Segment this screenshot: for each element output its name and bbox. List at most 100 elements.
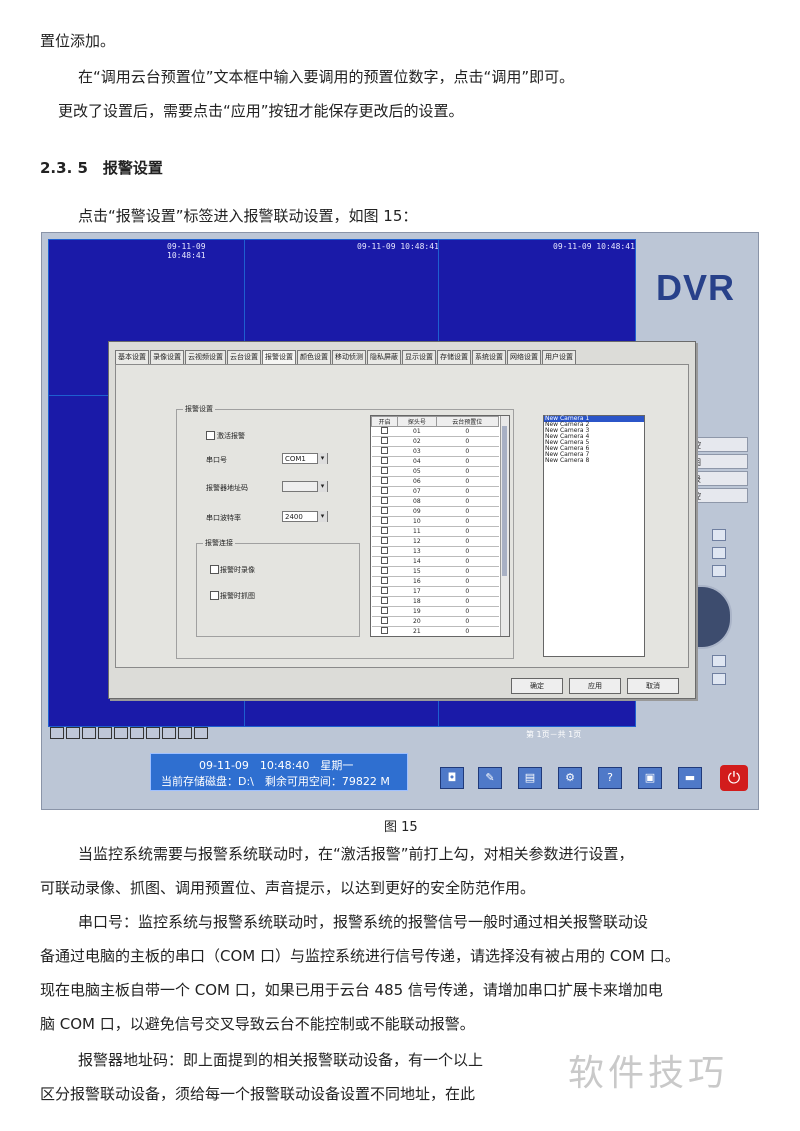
- enable-checkbox[interactable]: [381, 427, 389, 434]
- table-row[interactable]: 20 0: [371, 616, 499, 627]
- toggle-square[interactable]: [712, 565, 726, 577]
- camera-list-item[interactable]: New Camera 8: [544, 458, 644, 464]
- enable-checkbox[interactable]: [381, 477, 389, 484]
- preset-value[interactable]: 0: [436, 637, 499, 638]
- preset-value[interactable]: 0: [436, 576, 499, 587]
- tab-user[interactable]: 用户设置: [542, 350, 576, 364]
- tab-system[interactable]: 系统设置: [472, 350, 506, 364]
- channel-button[interactable]: [114, 727, 128, 739]
- preset-value[interactable]: 0: [436, 456, 499, 467]
- enable-checkbox[interactable]: [381, 437, 389, 444]
- tab-color[interactable]: 颜色设置: [297, 350, 331, 364]
- preset-value[interactable]: 0: [436, 436, 499, 447]
- ptz-control-wheel[interactable]: [690, 585, 732, 649]
- cancel-button[interactable]: 取消: [627, 678, 679, 694]
- enable-checkbox[interactable]: [381, 507, 389, 514]
- tab-cloud-video[interactable]: 云视频设置: [185, 350, 226, 364]
- enable-checkbox[interactable]: [381, 537, 389, 544]
- preset-value[interactable]: 0: [436, 446, 499, 457]
- channel-button[interactable]: [98, 727, 112, 739]
- enable-checkbox[interactable]: [381, 487, 389, 494]
- baud-select[interactable]: 2400: [282, 511, 328, 522]
- toggle-square[interactable]: [712, 547, 726, 559]
- preset-value[interactable]: 0: [436, 536, 499, 547]
- enable-cell[interactable]: [371, 456, 398, 467]
- enable-checkbox[interactable]: [381, 547, 389, 554]
- enable-checkbox[interactable]: [381, 557, 389, 564]
- preset-value[interactable]: 0: [436, 526, 499, 537]
- toggle-square[interactable]: [712, 673, 726, 685]
- playback-icon[interactable]: ▤: [518, 767, 542, 789]
- table-row[interactable]: 03 0: [371, 446, 499, 457]
- toggle-square[interactable]: [712, 655, 726, 667]
- enable-cell[interactable]: [371, 516, 398, 527]
- preset-value[interactable]: 0: [436, 466, 499, 477]
- settings-icon[interactable]: ⚙: [558, 767, 582, 789]
- preset-value[interactable]: 0: [436, 496, 499, 507]
- table-row[interactable]: 15 0: [371, 566, 499, 577]
- table-row[interactable]: 01 0: [371, 426, 499, 437]
- record-on-alarm-checkbox[interactable]: [210, 565, 219, 574]
- help-icon[interactable]: ?: [598, 767, 622, 789]
- tab-ptz[interactable]: 云台设置: [227, 350, 261, 364]
- tab-display[interactable]: 显示设置: [402, 350, 436, 364]
- table-row[interactable]: 05 0: [371, 466, 499, 477]
- table-row[interactable]: 06 0: [371, 476, 499, 487]
- ok-button[interactable]: 确定: [511, 678, 563, 694]
- table-row[interactable]: 11 0: [371, 526, 499, 537]
- enable-checkbox[interactable]: [381, 467, 389, 474]
- channel-button[interactable]: [194, 727, 208, 739]
- side-button[interactable]: 控: [690, 488, 748, 503]
- address-stepper[interactable]: [282, 481, 328, 492]
- enable-checkbox[interactable]: [381, 627, 389, 634]
- enable-cell[interactable]: [371, 466, 398, 477]
- table-row[interactable]: 18 0: [371, 596, 499, 607]
- preset-value[interactable]: 0: [436, 546, 499, 557]
- enable-cell[interactable]: [371, 426, 398, 437]
- tab-network[interactable]: 网络设置: [507, 350, 541, 364]
- channel-button[interactable]: [178, 727, 192, 739]
- enable-checkbox[interactable]: [381, 617, 389, 624]
- table-row[interactable]: 19 0: [371, 606, 499, 617]
- channel-button[interactable]: [82, 727, 96, 739]
- enable-cell[interactable]: [371, 486, 398, 497]
- camera-list[interactable]: New Camera 1 New Camera 2 New Camera 3 New …: [543, 415, 645, 657]
- table-row[interactable]: 17 0: [371, 586, 499, 597]
- table-row[interactable]: 220: [372, 637, 499, 638]
- enable-checkbox[interactable]: [381, 527, 389, 534]
- table-row[interactable]: 08 0: [371, 496, 499, 507]
- enable-cell[interactable]: [371, 586, 398, 597]
- enable-checkbox[interactable]: [381, 517, 389, 524]
- enable-checkbox[interactable]: [381, 497, 389, 504]
- power-icon[interactable]: ⏻: [720, 765, 748, 791]
- tab-record[interactable]: 录像设置: [150, 350, 184, 364]
- tab-privacy[interactable]: 隐私屏蔽: [367, 350, 401, 364]
- preset-value[interactable]: 0: [436, 556, 499, 567]
- tab-motion[interactable]: 移动侦测: [332, 350, 366, 364]
- preset-value[interactable]: 0: [436, 486, 499, 497]
- enable-checkbox[interactable]: [381, 567, 389, 574]
- enable-cell[interactable]: [371, 506, 398, 517]
- side-button[interactable]: 录: [690, 471, 748, 486]
- table-row[interactable]: 14 0: [371, 556, 499, 567]
- enable-cell[interactable]: [371, 496, 398, 507]
- preset-value[interactable]: 0: [436, 606, 499, 617]
- preset-value[interactable]: 0: [436, 586, 499, 597]
- enable-cell[interactable]: [371, 556, 398, 567]
- preset-value[interactable]: 0: [436, 596, 499, 607]
- tab-basic[interactable]: 基本设置: [115, 350, 149, 364]
- camera-icon[interactable]: ◘: [440, 767, 464, 789]
- preset-value[interactable]: 0: [436, 626, 499, 636]
- enable-cell[interactable]: [371, 596, 398, 607]
- lock-icon[interactable]: ▣: [638, 767, 662, 789]
- table-row[interactable]: 04 0: [371, 456, 499, 467]
- minimize-icon[interactable]: ▬: [678, 767, 702, 789]
- table-row[interactable]: 07 0: [371, 486, 499, 497]
- table-row[interactable]: 02 0: [371, 436, 499, 447]
- channel-button[interactable]: [146, 727, 160, 739]
- table-row[interactable]: 16 0: [371, 576, 499, 587]
- side-button[interactable]: 图: [690, 454, 748, 469]
- enable-cell[interactable]: [371, 546, 398, 557]
- channel-button[interactable]: [50, 727, 64, 739]
- table-row[interactable]: 21 0: [371, 626, 499, 636]
